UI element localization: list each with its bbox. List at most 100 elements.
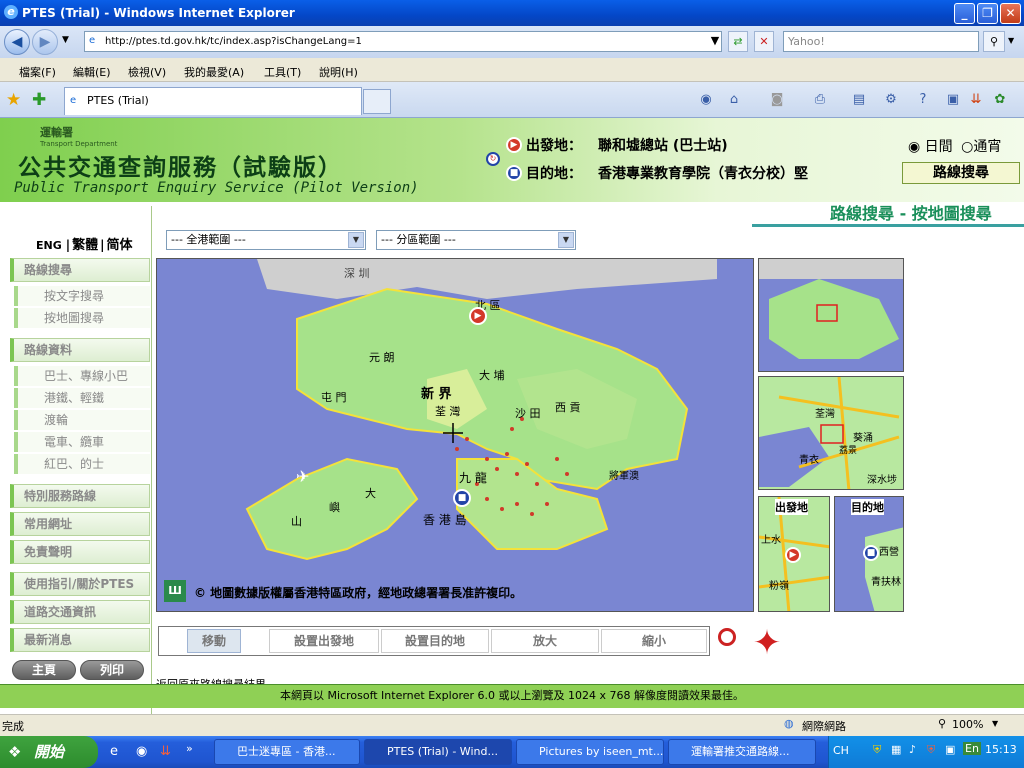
compass-pan-icon[interactable]: ✦ <box>740 616 794 670</box>
sidebar-item-bus[interactable]: 巴士、專線小巴 <box>14 366 150 386</box>
task-ptes[interactable]: PTES (Trial) - Wind... <box>364 739 512 765</box>
menu-file[interactable]: 檔案(F) <box>19 64 56 80</box>
addon-icon[interactable]: ⇊ <box>967 91 985 109</box>
back-button[interactable]: ◀ <box>4 29 30 55</box>
sidebar-item-special[interactable]: 特別服務路線 <box>10 484 150 508</box>
sidebar-item-by-map[interactable]: 按地圖搜尋 <box>14 308 150 328</box>
page-icon[interactable]: ▤ <box>850 91 868 109</box>
start-label: 開始 <box>34 743 65 761</box>
new-tab-button[interactable] <box>363 89 391 114</box>
sidebar-item-tram[interactable]: 電車、纜車 <box>14 432 150 452</box>
zoom-dropdown-icon[interactable]: ▼ <box>992 719 998 728</box>
tray-lang[interactable]: CH <box>833 744 849 757</box>
search-input[interactable]: Yahoo! <box>783 31 979 52</box>
map-destination-marker-icon[interactable]: ■ <box>453 489 471 507</box>
bus-stop-icon[interactable] <box>718 628 736 646</box>
sidebar-item-redbus[interactable]: 紅巴、的士 <box>14 454 150 474</box>
stop-icon[interactable]: ✕ <box>754 31 774 52</box>
tab-ptes[interactable]: e PTES (Trial) <box>64 87 362 115</box>
swap-icon[interactable]: ↻ <box>486 152 500 166</box>
map-label-tko: 將軍澳 <box>609 471 639 482</box>
origin-minimap[interactable]: 出發地 上水 粉嶺 ▶ <box>758 496 830 612</box>
tool-set-origin[interactable]: 設置出發地 <box>269 629 379 653</box>
home-button[interactable]: 主頁 <box>12 660 76 680</box>
menu-favorites[interactable]: 我的最愛(A) <box>184 64 244 80</box>
network-icon[interactable]: ▦ <box>891 743 901 756</box>
radio-day[interactable]: ◉ 日間 <box>908 139 953 155</box>
help-icon[interactable]: ? <box>914 91 932 109</box>
history-dropdown-icon[interactable]: ▼ <box>62 35 69 45</box>
start-button[interactable]: ❖ 開始 <box>0 736 98 768</box>
sidebar-item-traffic[interactable]: 道路交通資訊 <box>10 600 150 624</box>
district-minimap[interactable]: 荃灣 葵涌 青衣 荔景 深水埗 <box>758 376 904 490</box>
close-button[interactable]: ✕ <box>1000 3 1021 24</box>
quicklaunch-ie-icon[interactable]: e <box>110 744 118 759</box>
origin-icon: ▶ <box>506 137 522 153</box>
favorites-star-icon[interactable]: ★ <box>6 90 21 110</box>
sidebar-item-route-search[interactable]: 路線搜尋 <box>10 258 150 282</box>
home-icon[interactable]: ⌂ <box>725 91 743 109</box>
menu-help[interactable]: 說明(H) <box>319 64 358 80</box>
messenger-icon[interactable]: ✿ <box>991 91 1009 109</box>
add-favorite-icon[interactable]: ✚ <box>32 90 46 110</box>
maximize-button[interactable]: ❐ <box>977 3 998 24</box>
district-select[interactable]: --- 分區範圍 --- ▼ <box>376 230 576 250</box>
forward-button[interactable]: ▶ <box>32 29 58 55</box>
menu-view[interactable]: 檢視(V) <box>128 64 166 80</box>
sidebar-item-rail[interactable]: 港鐵、輕鐵 <box>14 388 150 408</box>
minimize-button[interactable]: _ <box>954 3 975 24</box>
radio-overnight[interactable]: ○通宵 <box>961 139 1001 155</box>
search-options-icon[interactable]: ▼ <box>1008 36 1014 45</box>
task-busfan[interactable]: 巴士迷專區 - 香港... <box>214 739 360 765</box>
en-lang-icon[interactable]: En <box>963 742 981 755</box>
feeds-home-icon[interactable]: ◉ <box>697 91 715 109</box>
search-icon[interactable]: ⚲ <box>983 31 1005 52</box>
menu-edit[interactable]: 編輯(E) <box>73 64 111 80</box>
volume-icon[interactable]: ♪ <box>909 743 916 756</box>
print-button[interactable]: 列印 <box>80 660 144 680</box>
gear-icon[interactable]: ⚙ <box>882 91 900 109</box>
lang-tc[interactable]: 繁體 <box>70 238 100 253</box>
tool-zoom-in[interactable]: 放大 <box>491 629 599 653</box>
territory-select[interactable]: --- 全港範圍 --- ▼ <box>166 230 366 250</box>
destination-minimap[interactable]: 目的地 西營 青扶林 ■ <box>834 496 904 612</box>
route-search-button[interactable]: 路線搜尋 <box>902 162 1020 184</box>
address-bar[interactable]: e http://ptes.td.gov.hk/tc/index.asp?isC… <box>84 31 722 52</box>
quicklaunch-more-icon[interactable]: » <box>186 742 193 755</box>
map-toolbar: 移動 設置出發地 設置目的地 放大 縮小 <box>158 626 710 656</box>
address-dropdown-icon[interactable]: ▼ <box>705 31 725 52</box>
status-bar: 完成 ◍ 網際網路 ⚲ 100% ▼ <box>0 714 1024 736</box>
print-icon[interactable]: ⎙ <box>811 91 829 109</box>
clock-time: 15:13 <box>985 743 1017 756</box>
window-titlebar[interactable]: e PTES (Trial) - Windows Internet Explor… <box>0 0 1024 26</box>
quicklaunch-media-icon[interactable]: ◉ <box>136 744 147 759</box>
rss-icon[interactable]: ◙ <box>768 91 786 109</box>
refresh-icon[interactable]: ⇄ <box>728 31 748 52</box>
overview-minimap[interactable] <box>758 258 904 372</box>
security-icon[interactable]: ⛨ <box>927 743 935 757</box>
tool-move[interactable]: 移動 <box>187 629 241 653</box>
sidebar-item-guide[interactable]: 使用指引/關於PTES <box>10 572 150 596</box>
quicklaunch-app-icon[interactable]: ⇊ <box>160 744 171 759</box>
origin-minimap-label1: 上水 <box>761 535 781 546</box>
shield-icon[interactable]: ⛨ <box>873 743 881 757</box>
tool-set-destination[interactable]: 設置目的地 <box>381 629 489 653</box>
tool-zoom-out[interactable]: 縮小 <box>601 629 707 653</box>
lang-en[interactable]: ENG <box>32 239 66 252</box>
tab-bar: ★ ✚ e PTES (Trial) ◉ ⌂ ◙ ⎙ ▤ ⚙ ? ▣ ⇊ ✿ <box>0 82 1024 118</box>
zoom-level[interactable]: 100% <box>952 718 983 731</box>
sidebar-item-route-info[interactable]: 路線資料 <box>10 338 150 362</box>
research-icon[interactable]: ▣ <box>944 91 962 109</box>
sidebar-item-disclaimer[interactable]: 免責聲明 <box>10 540 150 564</box>
sidebar-item-news[interactable]: 最新消息 <box>10 628 150 652</box>
ime-icon[interactable]: ▣ <box>945 743 955 756</box>
task-pictures[interactable]: Pictures by iseen_mt... <box>516 739 664 765</box>
map-origin-marker-icon[interactable]: ▶ <box>469 307 487 325</box>
menu-tools[interactable]: 工具(T) <box>264 64 301 80</box>
main-map[interactable]: 深 圳 北 區 元 朗 新 界 大 埔 屯 門 荃 灣 沙 田 西 貢 九 龍 … <box>156 258 754 612</box>
sidebar-item-by-text[interactable]: 按文字搜尋 <box>14 286 150 306</box>
task-transport[interactable]: 運輸署推交通路線... <box>668 739 816 765</box>
lang-sc[interactable]: 简体 <box>105 238 135 253</box>
sidebar-item-ferry[interactable]: 渡輪 <box>14 410 150 430</box>
sidebar-item-links[interactable]: 常用網址 <box>10 512 150 536</box>
